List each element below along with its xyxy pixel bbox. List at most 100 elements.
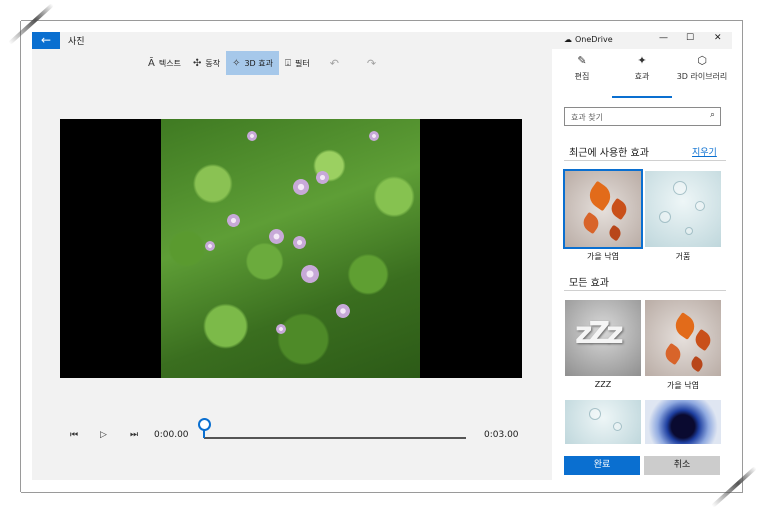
flower-decoration [301,265,319,283]
filter-icon: ⍗ [284,57,291,69]
effect-tile-bubbles[interactable] [565,400,641,444]
tab-effects-label: 효과 [634,72,650,81]
redo-button[interactable]: ↷ [353,51,390,75]
zzz-thumbnail: zZz [565,300,641,376]
effect-label: ZZZ [594,380,612,389]
back-button[interactable]: ← [32,32,60,49]
zzz-artwork: zZz [575,316,624,351]
motion-icon: ✣ [192,57,202,69]
3d-effects-button-label: 3D 효과 [244,58,273,68]
current-time: 0:00.00 [154,430,189,440]
undo-button[interactable]: ↶ [316,51,353,75]
photos-app-window: ← 사진 Ā 텍스트 ✣ 동작 ✧ 3D 효과 ⍗ 필터 ↶ ↷ ⏮ ▷ ⏭ 0… [32,32,732,480]
arrow-left-icon: ← [40,33,52,47]
bubbles-thumbnail [645,171,721,247]
bubble-decoration [685,227,693,235]
leaf-decoration [661,342,685,366]
bubble-decoration [659,211,671,223]
search-icon[interactable]: ⌕ [710,110,715,120]
effect-tile-portal[interactable] [645,400,721,444]
section-divider [564,160,726,161]
next-frame-button[interactable]: ⏭ [130,430,138,440]
flower-decoration [205,241,215,251]
scrub-thumb[interactable] [198,418,211,431]
effect-tile-autumn-leaves[interactable]: 가을 낙엽 [645,300,721,391]
cancel-button[interactable]: 취소 [644,456,720,475]
flower-decoration [247,131,257,141]
all-effects-title: 모든 효과 [569,278,609,289]
section-divider [564,290,726,291]
panel-tabs: ✎ 편집 ✦ 효과 ⬡ 3D 라이브러리 [552,54,732,98]
3d-effects-button[interactable]: ✧ 3D 효과 [226,51,279,75]
bubble-decoration [589,408,601,420]
leaf-decoration [579,211,603,235]
panel-title-bar: ☁ OneDrive — ☐ ✕ [552,32,732,49]
play-button[interactable]: ▷ [100,430,107,440]
autumn-leaves-thumbnail [563,169,643,249]
effect-tile-autumn-leaves[interactable]: 가을 낙엽 [563,169,643,262]
clear-recent-link[interactable]: 지우기 [692,145,717,158]
text-icon: Ā [148,57,155,69]
effect-tile-bubbles[interactable]: 거품 [645,171,721,262]
effect-tile-zzz[interactable]: zZz ZZZ [565,300,641,389]
onedrive-label: OneDrive [575,35,613,44]
flower-decoration [369,131,379,141]
leaf-decoration [671,312,699,340]
video-frame-image [161,119,420,378]
cloud-icon: ☁ [564,35,572,44]
tab-effects[interactable]: ✦ 효과 [612,54,672,82]
portal-thumbnail [645,400,721,444]
effects-panel: ☁ OneDrive — ☐ ✕ ✎ 편집 ✦ 효과 ⬡ 3D 라이브러리 효과… [552,32,732,480]
minimize-button[interactable]: — [659,33,668,43]
maximize-button[interactable]: ☐ [686,33,694,43]
undo-icon: ↶ [329,56,339,70]
bubble-decoration [673,181,687,195]
flower-decoration [336,304,350,318]
filter-button[interactable]: ⍗ 필터 [279,51,316,75]
bubbles-thumbnail [565,400,641,444]
cube-icon: ⬡ [697,54,707,67]
filter-button-label: 필터 [294,58,310,68]
scrub-thumb-stem [203,430,205,438]
frame-border-right [742,21,743,492]
scrub-track[interactable] [204,437,466,439]
leaf-decoration [607,197,631,221]
redo-icon: ↷ [366,56,377,70]
tab-3d-library-label: 3D 라이브러리 [676,72,728,81]
previous-frame-button[interactable]: ⏮ [70,430,78,440]
tab-3d-library[interactable]: ⬡ 3D 라이브러리 [672,54,732,82]
done-button[interactable]: 완료 [564,456,640,475]
text-button-label: 텍스트 [158,58,181,68]
onedrive-status[interactable]: ☁ OneDrive [564,35,613,44]
tab-edit-label: 편집 [574,72,590,81]
flower-decoration [276,324,286,334]
effect-label: 가을 낙엽 [587,252,619,261]
sparkle-icon: ✦ [637,54,647,67]
bubble-decoration [695,201,705,211]
end-time: 0:03.00 [484,430,519,440]
flower-decoration [293,179,309,195]
editor-toolbar: Ā 텍스트 ✣ 동작 ✧ 3D 효과 ⍗ 필터 ↶ ↷ [142,51,390,75]
app-title: 사진 [68,37,85,47]
tab-edit[interactable]: ✎ 편집 [552,54,612,82]
tab-selected-indicator [612,96,672,98]
bubble-decoration [613,422,622,431]
flower-decoration [316,171,329,184]
frame-border-top [21,20,743,21]
text-button[interactable]: Ā 텍스트 [142,51,187,75]
leaf-decoration [691,328,715,352]
effect-label: 거품 [675,252,691,261]
video-preview [60,119,522,378]
close-button[interactable]: ✕ [714,33,722,43]
effect-label: 가을 낙엽 [667,381,699,390]
search-placeholder: 효과 찾기 [571,113,603,122]
leaf-decoration [688,355,706,373]
flower-decoration [269,229,284,244]
playback-timeline: ⏮ ▷ ⏭ 0:00.00 0:03.00 [60,418,530,448]
leaf-decoration [606,224,624,242]
effects-search-input[interactable]: 효과 찾기 ⌕ [564,107,721,126]
frame-border-bottom [21,492,743,493]
recent-effects-title: 최근에 사용한 효과 [569,148,649,159]
motion-button-label: 동작 [205,58,221,68]
motion-button[interactable]: ✣ 동작 [187,51,226,75]
